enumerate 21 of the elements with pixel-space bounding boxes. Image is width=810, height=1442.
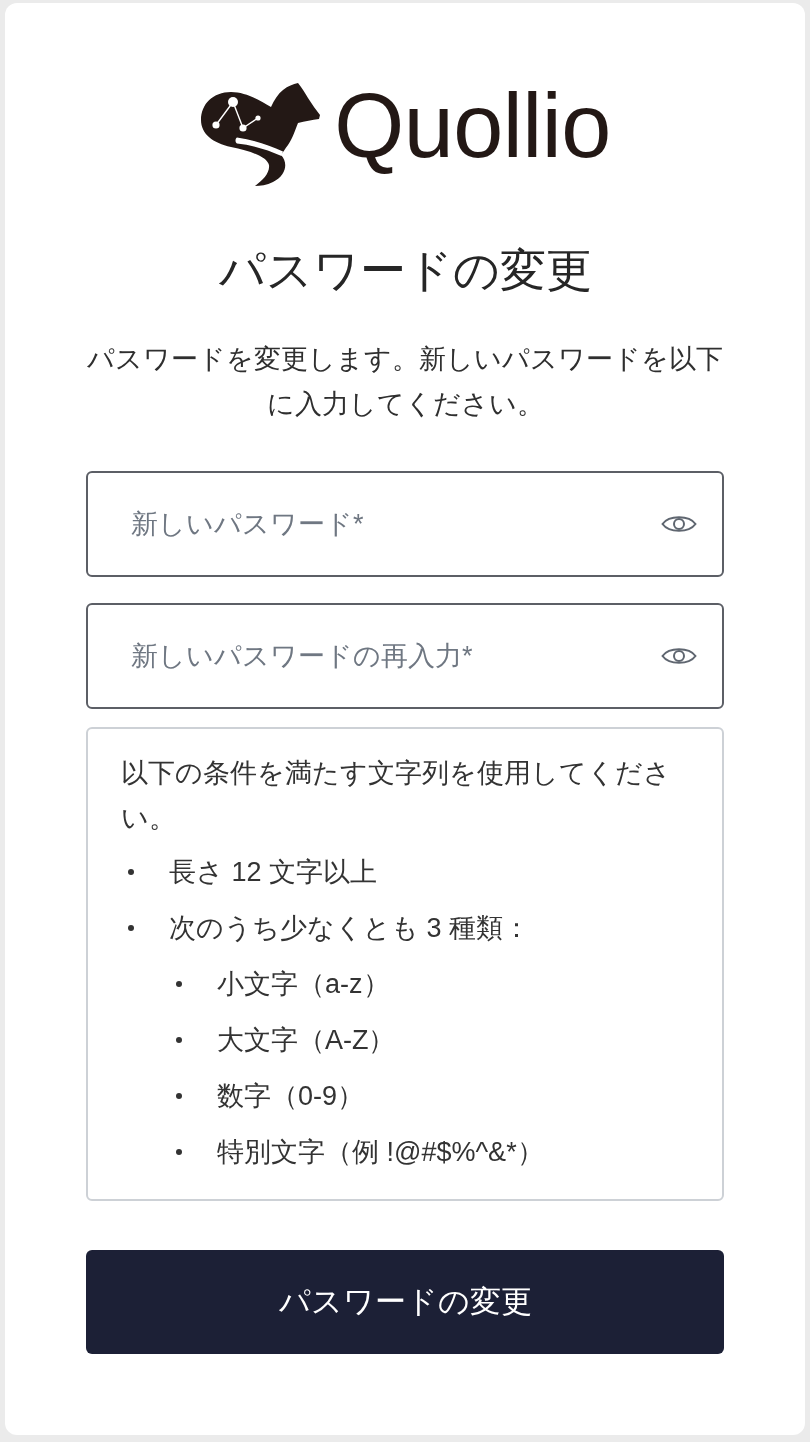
requirement-text: 大文字（A-Z） <box>217 1024 396 1057</box>
bullet-icon <box>176 1037 182 1043</box>
requirement-text: 特別文字（例 !@#$%^&*） <box>217 1136 544 1169</box>
eye-icon[interactable] <box>661 513 697 535</box>
requirement-text: 長さ 12 文字以上 <box>169 856 378 889</box>
requirement-text: 小文字（a-z） <box>217 968 390 1001</box>
bullet-icon <box>176 1093 182 1099</box>
password-field[interactable]: 新しいパスワードの再入力* <box>86 603 724 709</box>
bullet-icon <box>176 981 182 987</box>
password-field[interactable]: 新しいパスワード* <box>86 471 724 577</box>
bullet-icon <box>128 869 134 875</box>
change-password-button[interactable]: パスワードの変更 <box>86 1250 724 1354</box>
description-text: パスワードを変更します。新しいパスワードを以下に入力してください。 <box>86 343 724 421</box>
requirement-text: 数字（0-9） <box>217 1080 365 1113</box>
eye-icon[interactable] <box>661 645 697 667</box>
requirements-intro: 以下の条件を満たす文字列を使用してください。 <box>121 757 672 835</box>
bullet-icon <box>176 1149 182 1155</box>
requirement-text: 次のうち少なくとも 3 種類： <box>169 912 532 945</box>
page-title: パスワードの変更 <box>217 243 593 298</box>
bullet-icon <box>128 925 134 931</box>
logo-icon <box>199 82 322 187</box>
